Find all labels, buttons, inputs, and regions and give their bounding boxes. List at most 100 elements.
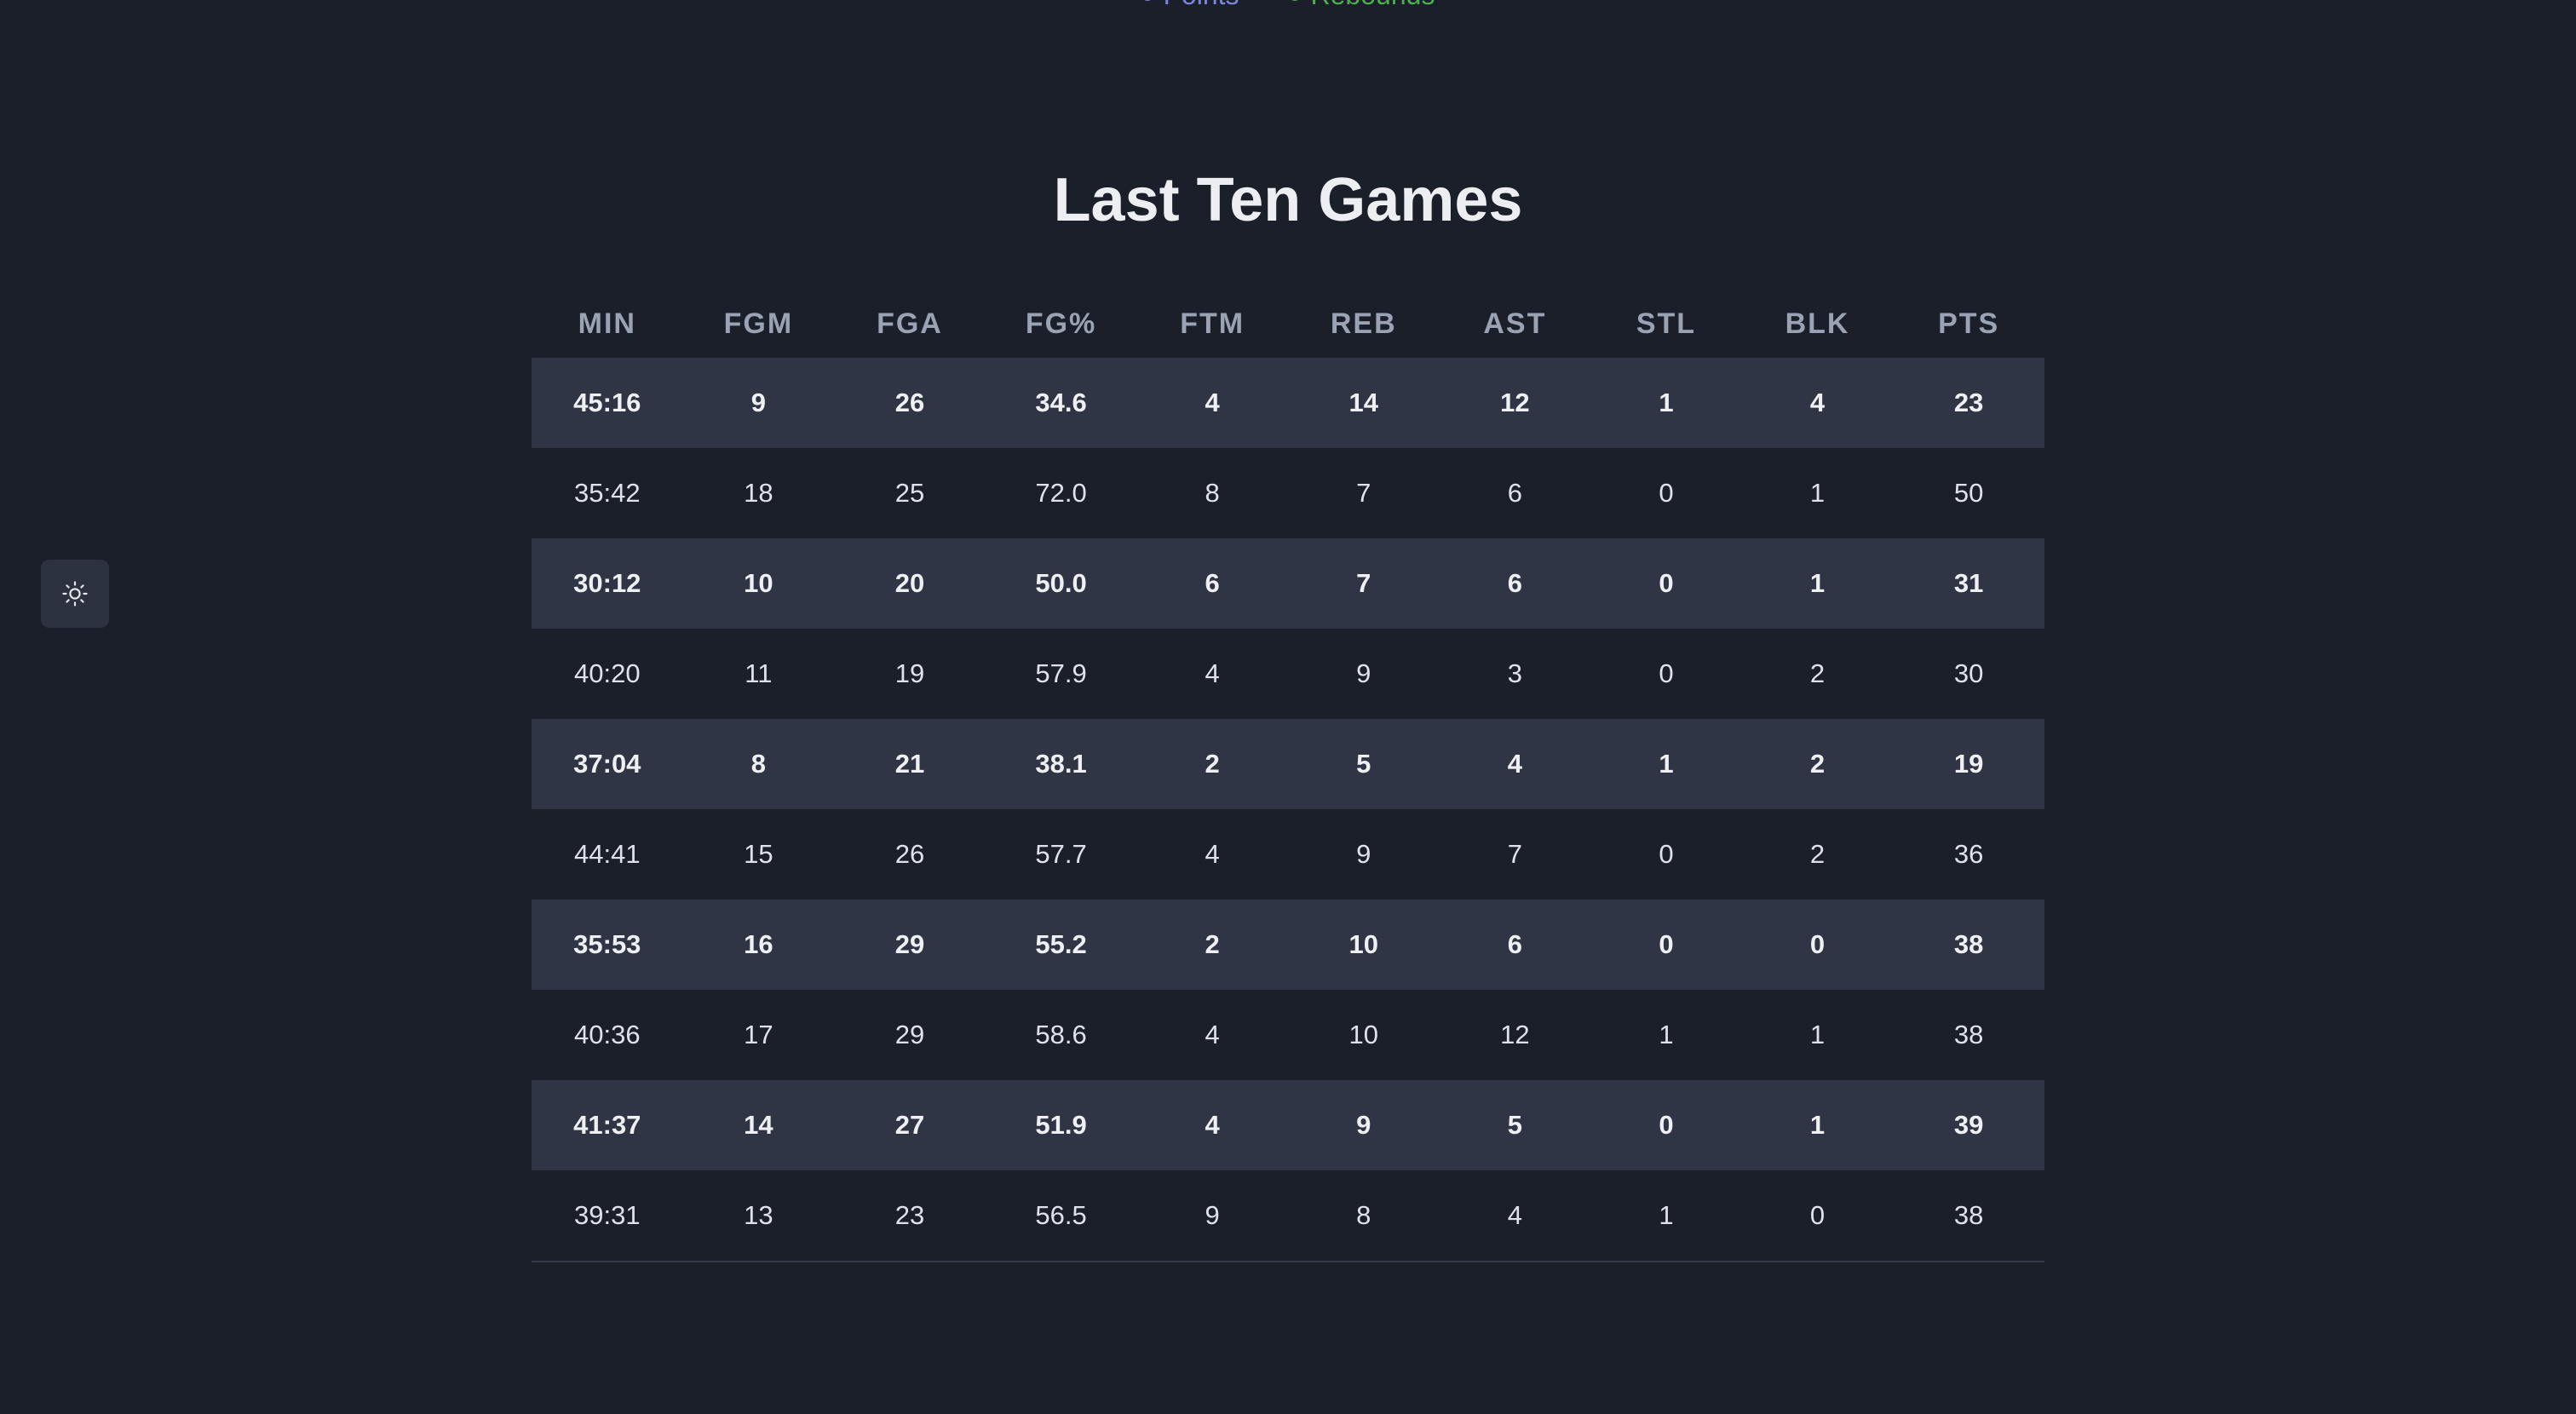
table-row: 35:42 18 25 72.0 8 7 6 0 1 50 bbox=[532, 448, 2044, 538]
cell-fg-pct: 38.1 bbox=[985, 719, 1137, 809]
cell-min: 37:04 bbox=[532, 719, 683, 809]
theme-toggle-button[interactable] bbox=[41, 560, 109, 628]
cell-fga: 21 bbox=[834, 719, 986, 809]
cell-stl: 1 bbox=[1659, 1020, 1674, 1049]
cell-reb: 10 bbox=[1348, 1020, 1378, 1049]
cell-fg-pct: 50.0 bbox=[985, 538, 1137, 629]
cell-pts: 50 bbox=[1953, 478, 1984, 508]
cell-fga: 25 bbox=[894, 478, 925, 508]
cell-ast: 4 bbox=[1439, 1170, 1591, 1262]
column-header-fg-pct[interactable]: FG% bbox=[986, 290, 1137, 358]
cell-stl: 0 bbox=[1659, 839, 1674, 869]
cell-fgm: 10 bbox=[682, 538, 835, 629]
cell-min: 40:20 bbox=[574, 658, 641, 688]
cell-ast: 6 bbox=[1439, 900, 1591, 990]
cell-reb: 7 bbox=[1356, 478, 1371, 508]
cell-fga: 27 bbox=[834, 1080, 986, 1170]
cell-ast: 5 bbox=[1439, 1080, 1591, 1170]
cell-ftm: 4 bbox=[1136, 1080, 1288, 1170]
cell-blk: 1 bbox=[1809, 478, 1826, 508]
last-ten-games-table: MIN FGM FGA FG% FTM REB AST STL BLK PTS … bbox=[532, 290, 2044, 1262]
cell-stl: 1 bbox=[1590, 358, 1742, 448]
legend-item-points[interactable]: Points bbox=[1141, 0, 1239, 9]
cell-fga: 23 bbox=[834, 1170, 986, 1262]
table-row: 37:04 8 21 38.1 2 5 4 1 2 19 bbox=[532, 719, 2044, 809]
cell-reb: 9 bbox=[1356, 839, 1371, 869]
cell-reb: 5 bbox=[1287, 719, 1440, 809]
column-header-ast[interactable]: AST bbox=[1440, 290, 1591, 358]
cell-fg-pct: 58.6 bbox=[1035, 1020, 1087, 1049]
sun-icon bbox=[62, 581, 88, 606]
cell-fgm: 11 bbox=[745, 658, 773, 688]
cell-ftm: 2 bbox=[1136, 900, 1288, 990]
cell-reb: 14 bbox=[1287, 358, 1440, 448]
table-header-row: MIN FGM FGA FG% FTM REB AST STL BLK PTS bbox=[532, 290, 2044, 358]
column-header-fga[interactable]: FGA bbox=[834, 290, 986, 358]
column-header-fgm[interactable]: FGM bbox=[683, 290, 835, 358]
cell-fg-pct: 34.6 bbox=[985, 358, 1137, 448]
cell-min: 41:37 bbox=[532, 1080, 683, 1170]
cell-pts: 38 bbox=[1953, 1020, 1984, 1049]
cell-fga: 26 bbox=[834, 358, 986, 448]
cell-stl: 1 bbox=[1590, 1170, 1742, 1262]
cell-min: 45:16 bbox=[532, 358, 683, 448]
cell-fga: 20 bbox=[834, 538, 986, 629]
column-header-min[interactable]: MIN bbox=[532, 290, 683, 358]
column-header-blk[interactable]: BLK bbox=[1742, 290, 1894, 358]
cell-fg-pct: 55.2 bbox=[985, 900, 1137, 990]
cell-ftm: 6 bbox=[1136, 538, 1288, 629]
cell-fgm: 17 bbox=[744, 1020, 773, 1049]
cell-pts: 38 bbox=[1893, 1170, 2044, 1262]
column-header-stl[interactable]: STL bbox=[1590, 290, 1742, 358]
cell-ast: 3 bbox=[1507, 658, 1522, 688]
cell-blk: 2 bbox=[1809, 658, 1826, 688]
cell-min: 40:36 bbox=[574, 1020, 641, 1049]
cell-stl: 0 bbox=[1590, 538, 1742, 629]
cell-blk: 2 bbox=[1741, 719, 1894, 809]
cell-fg-pct: 56.5 bbox=[985, 1170, 1137, 1262]
cell-blk: 1 bbox=[1741, 1080, 1894, 1170]
cell-fgm: 14 bbox=[682, 1080, 835, 1170]
column-header-reb[interactable]: REB bbox=[1288, 290, 1440, 358]
table-row: 30:12 10 20 50.0 6 7 6 0 1 31 bbox=[532, 538, 2044, 629]
table-row: 45:16 9 26 34.6 4 14 12 1 4 23 bbox=[532, 358, 2044, 448]
cell-ftm: 4 bbox=[1205, 658, 1220, 688]
cell-blk: 2 bbox=[1809, 839, 1826, 869]
cell-fg-pct: 57.7 bbox=[1035, 839, 1087, 869]
table-row: 41:37 14 27 51.9 4 9 5 0 1 39 bbox=[532, 1080, 2044, 1170]
cell-fgm: 16 bbox=[682, 900, 835, 990]
cell-fg-pct: 51.9 bbox=[985, 1080, 1137, 1170]
cell-stl: 0 bbox=[1659, 658, 1674, 688]
cell-blk: 1 bbox=[1741, 538, 1894, 629]
cell-stl: 0 bbox=[1590, 1080, 1742, 1170]
cell-fga: 19 bbox=[894, 658, 925, 688]
cell-ast: 12 bbox=[1500, 1020, 1530, 1049]
cell-min: 35:53 bbox=[532, 900, 683, 990]
cell-fgm: 9 bbox=[682, 358, 835, 448]
cell-fga: 29 bbox=[894, 1020, 925, 1049]
cell-ftm: 4 bbox=[1205, 839, 1220, 869]
column-header-pts[interactable]: PTS bbox=[1893, 290, 2044, 358]
cell-pts: 23 bbox=[1893, 358, 2044, 448]
legend-swatch-rebounds bbox=[1288, 0, 1301, 1]
column-header-ftm[interactable]: FTM bbox=[1136, 290, 1288, 358]
cell-reb: 9 bbox=[1287, 1080, 1440, 1170]
cell-reb: 8 bbox=[1287, 1170, 1440, 1262]
cell-pts: 31 bbox=[1893, 538, 2044, 629]
cell-blk: 4 bbox=[1741, 358, 1894, 448]
cell-fgm: 15 bbox=[744, 839, 773, 869]
cell-min: 35:42 bbox=[574, 478, 641, 508]
table-row: 39:31 13 23 56.5 9 8 4 1 0 38 bbox=[532, 1170, 2044, 1262]
legend-label-points: Points bbox=[1164, 0, 1239, 9]
cell-pts: 38 bbox=[1893, 900, 2044, 990]
legend-item-rebounds[interactable]: Rebounds bbox=[1288, 0, 1435, 9]
cell-fgm: 8 bbox=[682, 719, 835, 809]
cell-blk: 1 bbox=[1809, 1020, 1826, 1049]
cell-ast: 4 bbox=[1439, 719, 1591, 809]
cell-fgm: 13 bbox=[682, 1170, 835, 1262]
cell-ast: 6 bbox=[1439, 538, 1591, 629]
cell-reb: 9 bbox=[1356, 658, 1371, 688]
cell-min: 39:31 bbox=[532, 1170, 683, 1262]
cell-stl: 0 bbox=[1659, 478, 1674, 508]
cell-blk: 0 bbox=[1741, 1170, 1894, 1262]
